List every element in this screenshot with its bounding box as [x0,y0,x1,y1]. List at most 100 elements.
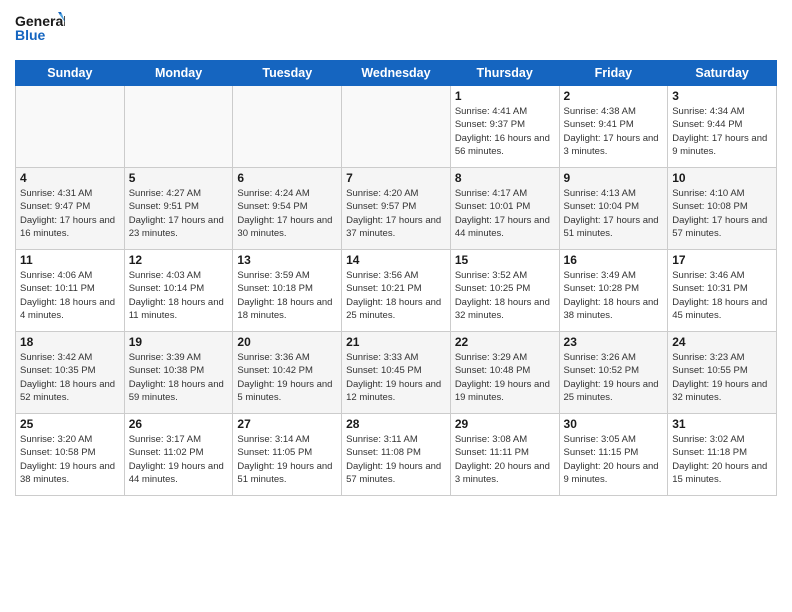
day-cell: 24 Sunrise: 3:23 AMSunset: 10:55 PMDaylig… [668,332,777,414]
day-cell: 27 Sunrise: 3:14 AMSunset: 11:05 PMDaylig… [233,414,342,496]
day-number: 21 [346,335,446,349]
day-info: Sunrise: 3:17 AMSunset: 11:02 PMDaylight… [129,433,229,486]
day-number: 19 [129,335,229,349]
day-cell: 15 Sunrise: 3:52 AMSunset: 10:25 PMDaylig… [450,250,559,332]
day-info: Sunrise: 4:41 AMSunset: 9:37 PMDaylight:… [455,105,555,158]
day-number: 10 [672,171,772,185]
day-number: 13 [237,253,337,267]
day-info: Sunrise: 4:06 AMSunset: 10:11 PMDaylight… [20,269,120,322]
day-cell: 8 Sunrise: 4:17 AMSunset: 10:01 PMDayligh… [450,168,559,250]
day-number: 12 [129,253,229,267]
day-number: 18 [20,335,120,349]
day-cell: 7 Sunrise: 4:20 AMSunset: 9:57 PMDaylight… [342,168,451,250]
week-row-5: 25 Sunrise: 3:20 AMSunset: 10:58 PMDaylig… [16,414,777,496]
day-cell: 6Sunrise: 4:24 AMSunset: 9:54 PMDaylight… [233,168,342,250]
day-cell: 4 Sunrise: 4:31 AMSunset: 9:47 PMDaylight… [16,168,125,250]
header: General Blue [15,10,777,52]
day-number: 20 [237,335,337,349]
logo-svg: General Blue [15,10,65,52]
day-cell: 23Sunrise: 3:26 AMSunset: 10:52 PMDaylig… [559,332,668,414]
day-cell: 10 Sunrise: 4:10 AMSunset: 10:08 PMDaylig… [668,168,777,250]
day-info: Sunrise: 3:29 AMSunset: 10:48 PMDaylight… [455,351,555,404]
day-cell: 14 Sunrise: 3:56 AMSunset: 10:21 PMDaylig… [342,250,451,332]
day-info: Sunrise: 3:39 AMSunset: 10:38 PMDaylight… [129,351,229,404]
weekday-header-row: SundayMondayTuesdayWednesdayThursdayFrid… [16,61,777,86]
day-info: Sunrise: 4:17 AMSunset: 10:01 PMDaylight… [455,187,555,240]
day-cell: 1 Sunrise: 4:41 AMSunset: 9:37 PMDaylight… [450,86,559,168]
day-cell: 26Sunrise: 3:17 AMSunset: 11:02 PMDaylig… [124,414,233,496]
day-info: Sunrise: 3:05 AMSunset: 11:15 PMDaylight… [564,433,664,486]
day-number: 27 [237,417,337,431]
day-info: Sunrise: 4:34 AMSunset: 9:44 PMDaylight:… [672,105,772,158]
day-number: 15 [455,253,555,267]
day-number: 30 [564,417,664,431]
day-number: 5 [129,171,229,185]
day-number: 3 [672,89,772,103]
logo: General Blue [15,10,65,52]
day-number: 23 [564,335,664,349]
day-number: 24 [672,335,772,349]
day-number: 14 [346,253,446,267]
week-row-3: 11 Sunrise: 4:06 AMSunset: 10:11 PMDaylig… [16,250,777,332]
day-info: Sunrise: 3:46 AMSunset: 10:31 PMDaylight… [672,269,772,322]
day-cell: 28 Sunrise: 3:11 AMSunset: 11:08 PMDaylig… [342,414,451,496]
weekday-monday: Monday [124,61,233,86]
day-cell: 21Sunrise: 3:33 AMSunset: 10:45 PMDaylig… [342,332,451,414]
day-info: Sunrise: 3:56 AMSunset: 10:21 PMDaylight… [346,269,446,322]
day-info: Sunrise: 3:11 AMSunset: 11:08 PMDaylight… [346,433,446,486]
week-row-4: 18Sunrise: 3:42 AMSunset: 10:35 PMDaylig… [16,332,777,414]
day-info: Sunrise: 3:20 AMSunset: 10:58 PMDaylight… [20,433,120,486]
day-number: 6 [237,171,337,185]
day-info: Sunrise: 3:59 AMSunset: 10:18 PMDaylight… [237,269,337,322]
day-cell [16,86,125,168]
day-cell: 16 Sunrise: 3:49 AMSunset: 10:28 PMDaylig… [559,250,668,332]
day-info: Sunrise: 4:31 AMSunset: 9:47 PMDaylight:… [20,187,120,240]
day-info: Sunrise: 3:23 AMSunset: 10:55 PMDaylight… [672,351,772,404]
weekday-thursday: Thursday [450,61,559,86]
day-cell: 20Sunrise: 3:36 AMSunset: 10:42 PMDaylig… [233,332,342,414]
day-cell: 29Sunrise: 3:08 AMSunset: 11:11 PMDaylig… [450,414,559,496]
day-number: 29 [455,417,555,431]
day-cell: 22Sunrise: 3:29 AMSunset: 10:48 PMDaylig… [450,332,559,414]
day-cell: 19 Sunrise: 3:39 AMSunset: 10:38 PMDaylig… [124,332,233,414]
weekday-tuesday: Tuesday [233,61,342,86]
day-cell: 17 Sunrise: 3:46 AMSunset: 10:31 PMDaylig… [668,250,777,332]
day-info: Sunrise: 3:49 AMSunset: 10:28 PMDaylight… [564,269,664,322]
day-number: 16 [564,253,664,267]
day-info: Sunrise: 3:14 AMSunset: 11:05 PMDaylight… [237,433,337,486]
day-cell: 13 Sunrise: 3:59 AMSunset: 10:18 PMDaylig… [233,250,342,332]
day-number: 4 [20,171,120,185]
day-info: Sunrise: 3:52 AMSunset: 10:25 PMDaylight… [455,269,555,322]
page: General Blue SundayMondayTuesdayWednesda… [0,0,792,612]
day-cell: 3 Sunrise: 4:34 AMSunset: 9:44 PMDaylight… [668,86,777,168]
day-number: 11 [20,253,120,267]
day-info: Sunrise: 4:38 AMSunset: 9:41 PMDaylight:… [564,105,664,158]
day-info: Sunrise: 3:02 AMSunset: 11:18 PMDaylight… [672,433,772,486]
day-info: Sunrise: 4:03 AMSunset: 10:14 PMDaylight… [129,269,229,322]
day-cell [233,86,342,168]
day-cell: 5 Sunrise: 4:27 AMSunset: 9:51 PMDaylight… [124,168,233,250]
day-number: 9 [564,171,664,185]
weekday-saturday: Saturday [668,61,777,86]
day-number: 1 [455,89,555,103]
day-info: Sunrise: 4:20 AMSunset: 9:57 PMDaylight:… [346,187,446,240]
day-number: 8 [455,171,555,185]
day-cell [342,86,451,168]
weekday-wednesday: Wednesday [342,61,451,86]
calendar: SundayMondayTuesdayWednesdayThursdayFrid… [15,60,777,496]
day-info: Sunrise: 4:10 AMSunset: 10:08 PMDaylight… [672,187,772,240]
weekday-sunday: Sunday [16,61,125,86]
day-cell: 30 Sunrise: 3:05 AMSunset: 11:15 PMDaylig… [559,414,668,496]
weekday-friday: Friday [559,61,668,86]
day-cell [124,86,233,168]
day-cell: 18Sunrise: 3:42 AMSunset: 10:35 PMDaylig… [16,332,125,414]
day-cell: 9Sunrise: 4:13 AMSunset: 10:04 PMDayligh… [559,168,668,250]
day-info: Sunrise: 4:27 AMSunset: 9:51 PMDaylight:… [129,187,229,240]
day-cell: 2Sunrise: 4:38 AMSunset: 9:41 PMDaylight… [559,86,668,168]
day-cell: 25 Sunrise: 3:20 AMSunset: 10:58 PMDaylig… [16,414,125,496]
day-cell: 11 Sunrise: 4:06 AMSunset: 10:11 PMDaylig… [16,250,125,332]
day-number: 17 [672,253,772,267]
day-number: 7 [346,171,446,185]
day-number: 28 [346,417,446,431]
day-number: 25 [20,417,120,431]
